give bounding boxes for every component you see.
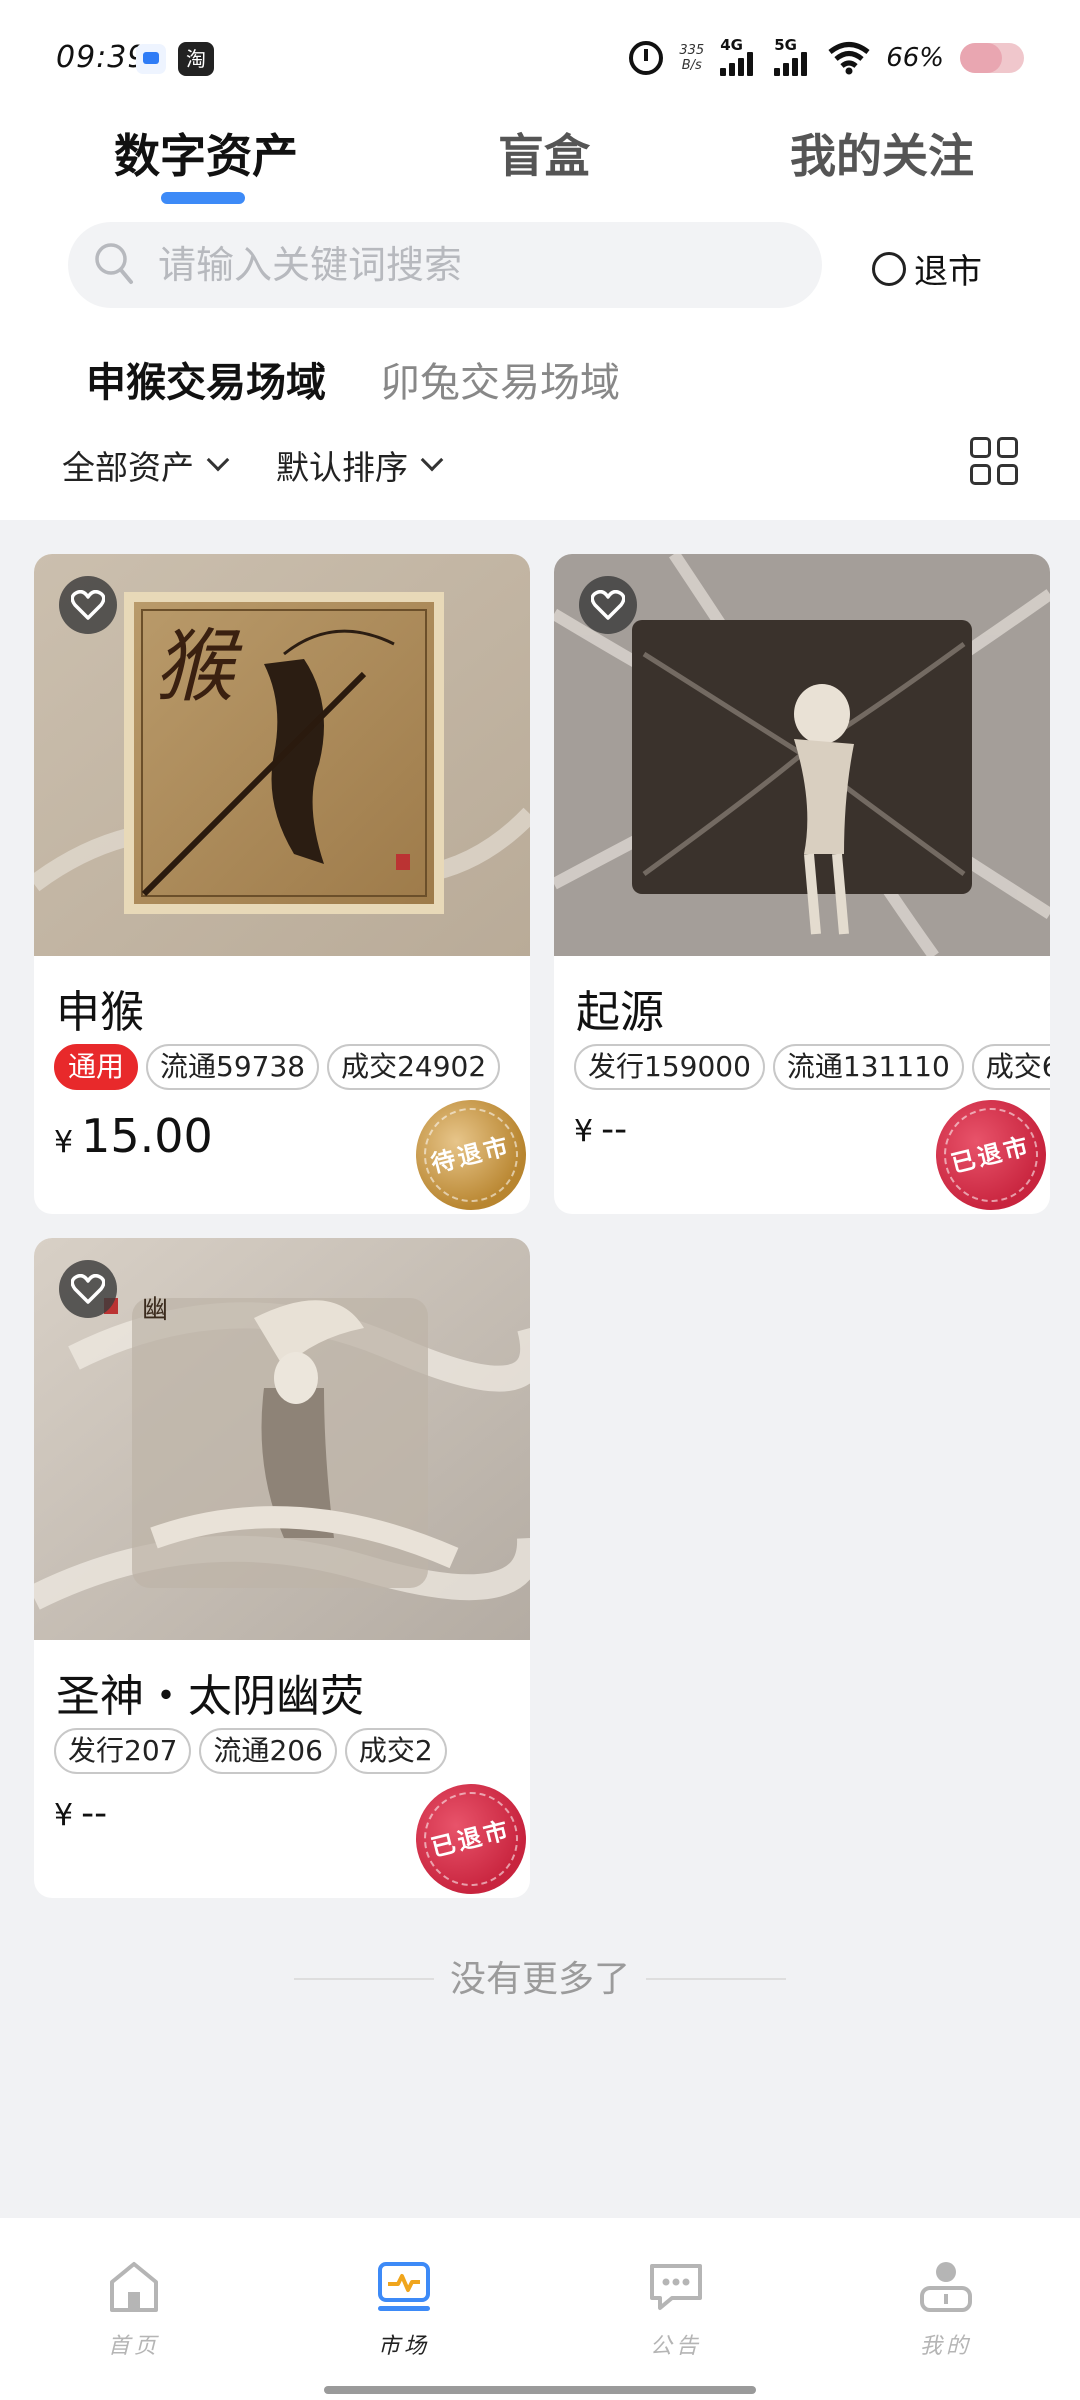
- favorite-heart-icon[interactable]: [59, 576, 117, 634]
- asset-title: 起源: [576, 987, 664, 1038]
- status-bar: 09:39 淘 335 B/s 4G 5G 66%: [0, 0, 1080, 110]
- network-speed-value: 335: [679, 43, 705, 58]
- top-tab-bar: 数字资产 盲盒 我的关注: [0, 110, 1080, 220]
- price-value: --: [81, 1793, 108, 1834]
- nav-profile[interactable]: 我的: [886, 2256, 1006, 2360]
- profile-icon: [920, 2262, 972, 2312]
- nav-announcements-label: 公告: [649, 2334, 702, 2359]
- signal-5g-icon: 5G: [774, 36, 812, 76]
- end-of-list-text: 没有更多了: [449, 1959, 630, 2000]
- asset-tags: 发行159000 流通131110 成交6783: [574, 1044, 1050, 1090]
- nav-profile-label: 我的: [919, 2334, 972, 2359]
- asset-title: 申猴: [56, 987, 144, 1038]
- nav-announcements[interactable]: 公告: [616, 2256, 736, 2360]
- tag-deals: 成交24902: [327, 1044, 501, 1090]
- trading-area-tabs: 申猴交易场域 卯兔交易场域: [0, 330, 1080, 425]
- currency-symbol: ¥: [54, 1798, 74, 1833]
- announcement-icon: [650, 2264, 702, 2310]
- tag-circulation: 流通131110: [772, 1044, 964, 1090]
- search-input[interactable]: [158, 222, 798, 308]
- bottom-navigation: 首页 市场 公告 我的: [0, 2218, 1080, 2400]
- asset-card[interactable]: 幽 圣神・太阴幽荧 发行207 流通206 成交2 ¥ -- 已退市: [34, 1238, 530, 1898]
- delist-label: 退市: [914, 252, 982, 292]
- taobao-notification-icon: 淘: [178, 42, 214, 76]
- tab-my-follows[interactable]: 我的关注: [790, 120, 974, 186]
- market-icon: [378, 2262, 430, 2311]
- nav-market[interactable]: 市场: [344, 2256, 464, 2360]
- market-page: 09:39 淘 335 B/s 4G 5G 66% 数字资产 盲盒 我的关注 请…: [0, 0, 1080, 2400]
- nav-home[interactable]: 首页: [74, 2256, 194, 2360]
- divider-line: [646, 1978, 786, 1980]
- asset-price: ¥ --: [54, 1793, 107, 1834]
- network-speed-unit: B/s: [681, 58, 702, 73]
- price-value: 15.00: [81, 1109, 213, 1163]
- asset-price: ¥ --: [574, 1109, 627, 1150]
- sort-label: 默认排序: [276, 448, 408, 487]
- delist-filter-toggle[interactable]: 退市: [872, 244, 982, 293]
- filter-bar: 全部资产 默认排序: [0, 425, 1080, 520]
- tag-deals: 成交2: [344, 1728, 447, 1774]
- asset-card[interactable]: 猴 申猴 通用 流通59738 成交24902 ¥ 15.00 待退市: [34, 554, 530, 1214]
- tag-general: 通用: [54, 1044, 139, 1090]
- delisted-stamp: 已退市: [404, 1772, 530, 1898]
- asset-image: [554, 554, 1050, 960]
- sort-dropdown[interactable]: 默认排序: [276, 441, 444, 489]
- signal-5g-label: 5G: [774, 36, 797, 54]
- tag-issued: 发行159000: [574, 1044, 765, 1090]
- app-notification-icon: [136, 44, 166, 74]
- search-icon: [95, 243, 133, 284]
- favorite-heart-icon[interactable]: [579, 576, 637, 634]
- pending-delist-stamp: 待退市: [404, 1088, 530, 1214]
- currency-symbol: ¥: [574, 1114, 594, 1149]
- asset-image: 幽: [34, 1238, 530, 1640]
- battery-icon: [960, 43, 1024, 73]
- tab-digital-assets[interactable]: 数字资产: [114, 120, 298, 186]
- asset-price: ¥ 15.00: [54, 1109, 213, 1163]
- asset-image: 猴: [34, 554, 530, 956]
- status-indicators: 335 B/s 4G 5G 66%: [629, 36, 1024, 78]
- wifi-icon: [828, 42, 870, 75]
- nav-market-label: 市场: [377, 2334, 430, 2359]
- home-indicator-bar[interactable]: [324, 2386, 756, 2394]
- search-row: 退市: [0, 220, 1080, 330]
- svg-text:幽: 幽: [142, 1295, 168, 1325]
- home-icon: [110, 2262, 158, 2312]
- delisted-stamp: 已退市: [924, 1088, 1050, 1214]
- asset-filter-dropdown[interactable]: 全部资产: [62, 441, 230, 489]
- asset-tags: 通用 流通59738 成交24902: [54, 1044, 501, 1090]
- active-tab-indicator: [161, 192, 245, 204]
- tab-blind-box[interactable]: 盲盒: [498, 120, 590, 186]
- search-box[interactable]: [68, 222, 822, 308]
- signal-4g-label: 4G: [720, 36, 743, 54]
- asset-card[interactable]: 起源 发行159000 流通131110 成交6783 ¥ -- 已退市: [554, 554, 1050, 1214]
- signal-4g-icon: 4G: [720, 36, 758, 76]
- alarm-icon: [629, 41, 664, 75]
- svg-text:猴: 猴: [154, 620, 243, 713]
- tab-maotu-area[interactable]: 卯兔交易场域: [380, 350, 620, 408]
- chevron-down-icon: [420, 448, 444, 472]
- tag-issued: 发行207: [54, 1728, 192, 1774]
- network-speed: 335 B/s: [679, 43, 704, 73]
- grid-view-icon[interactable]: [970, 437, 1018, 485]
- chevron-down-icon: [206, 448, 230, 472]
- tag-circulation: 流通59738: [146, 1044, 320, 1090]
- price-value: --: [601, 1109, 628, 1150]
- battery-level: 66%: [886, 43, 944, 73]
- tab-shenhou-area[interactable]: 申猴交易场域: [86, 350, 326, 408]
- tag-deals: 成交6783: [971, 1044, 1050, 1090]
- asset-title: 圣神・太阴幽荧: [56, 1671, 364, 1722]
- tag-circulation: 流通206: [199, 1728, 337, 1774]
- currency-symbol: ¥: [54, 1125, 74, 1160]
- favorite-heart-icon[interactable]: [59, 1260, 117, 1318]
- asset-filter-label: 全部资产: [62, 448, 194, 487]
- asset-tags: 发行207 流通206 成交2: [54, 1728, 447, 1774]
- nav-home-label: 首页: [107, 2334, 160, 2359]
- delist-radio[interactable]: [872, 251, 906, 286]
- status-time: 09:39: [56, 40, 148, 75]
